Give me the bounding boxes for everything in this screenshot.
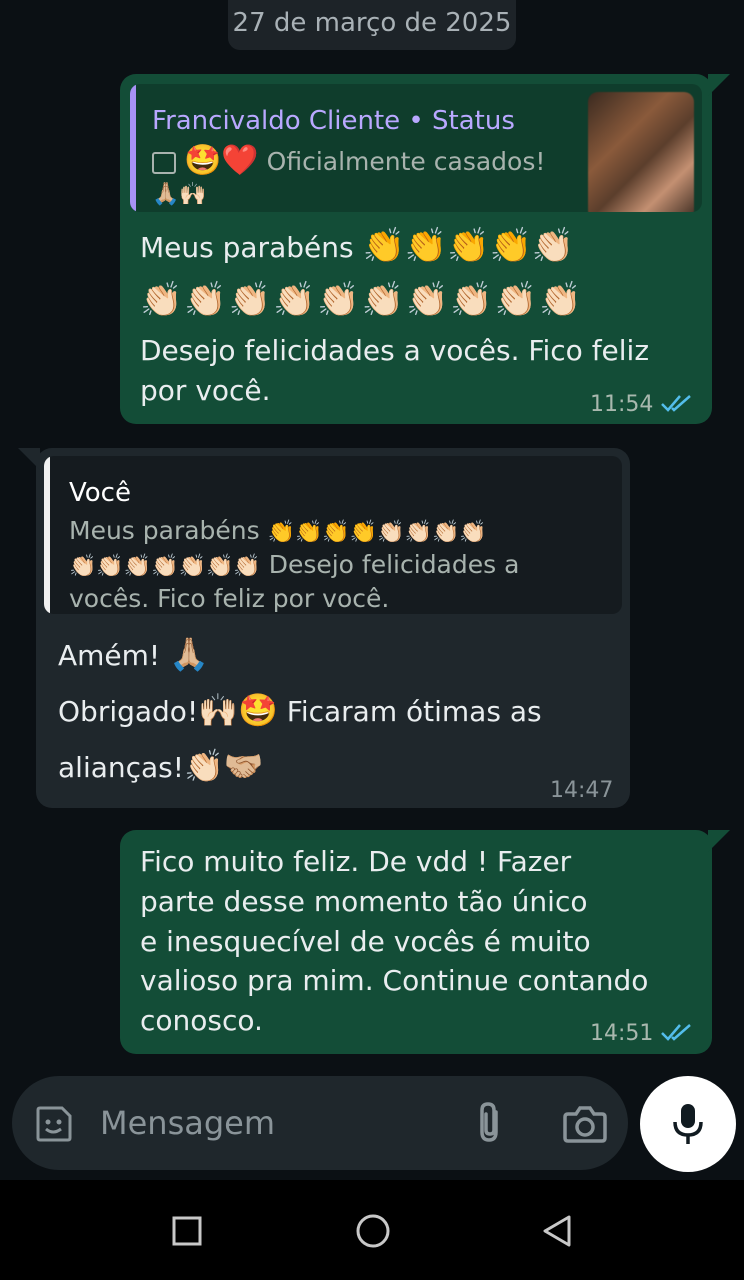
paperclip-icon[interactable] bbox=[472, 1100, 508, 1146]
message-line: e inesquecível de vocês é muito bbox=[140, 925, 591, 958]
message-line: Amém! 🙏🏼 bbox=[58, 634, 209, 676]
message-bubble-incoming-1[interactable]: Você Meus parabéns 👏👏👏👏👏🏻👏🏻👏🏻👏🏻 👏🏻👏🏻👏🏻👏🏻… bbox=[18, 448, 630, 808]
message-input-bar[interactable]: Mensagem bbox=[12, 1076, 628, 1170]
message-line-text: alianças! bbox=[58, 751, 184, 784]
quote-line: vocês. Fico feliz por você. bbox=[69, 584, 390, 613]
message-time: 14:51 bbox=[590, 1021, 654, 1046]
quote-text: 🤩❤️ Oficialmente casados! bbox=[152, 144, 545, 179]
image-icon bbox=[152, 152, 176, 174]
message-line: Desejo felicidades a vocês. Fico feliz bbox=[140, 334, 650, 367]
system-navigation-bar bbox=[0, 1180, 744, 1280]
quote-emoji: 🤩❤️ bbox=[184, 143, 259, 178]
message-line-text: Ficaram ótimas as bbox=[286, 695, 542, 728]
message-line: por você. bbox=[140, 374, 271, 407]
message-line-text: Amém! bbox=[58, 639, 161, 672]
message-line: Obrigado!🙌🏻🤩 Ficaram ótimas as bbox=[58, 690, 542, 732]
quote-line: Desejo felicidades a bbox=[268, 550, 520, 579]
circle-icon[interactable] bbox=[355, 1213, 391, 1249]
message-input[interactable]: Mensagem bbox=[100, 1104, 275, 1142]
pray-emoji: 🙏🏼 bbox=[169, 635, 209, 673]
double-check-icon bbox=[661, 1024, 691, 1041]
message-time: 14:47 bbox=[550, 778, 614, 803]
triangle-back-icon[interactable] bbox=[541, 1214, 573, 1248]
square-icon[interactable] bbox=[172, 1216, 202, 1246]
clap-emoji-row: 👏🏻👏🏻👏🏻👏🏻👏🏻👏🏻👏🏻👏🏻👏🏻👏🏻 bbox=[140, 280, 584, 320]
quote-emoji: 👏🏻👏🏻👏🏻👏🏻👏🏻👏🏻👏🏻 bbox=[69, 554, 261, 579]
quote-emoji: 👏👏👏👏👏🏻👏🏻👏🏻👏🏻 bbox=[267, 520, 487, 545]
quote-author: Você bbox=[69, 478, 131, 508]
status-thumbnail[interactable] bbox=[588, 92, 694, 212]
celebration-emojis: 🙌🏻🤩 bbox=[198, 691, 278, 729]
message-line: conosco. bbox=[140, 1004, 263, 1037]
quote-accent-bar bbox=[44, 456, 50, 614]
message-line: Fico muito feliz. De vdd ! Fazer bbox=[140, 845, 572, 878]
clap-emojis: 👏👏👏👏👏🏻 bbox=[362, 226, 575, 266]
message-bubble-outgoing-1[interactable]: Francivaldo Cliente • Status 🤩❤️ Oficial… bbox=[120, 74, 730, 424]
message-line: Meus parabéns bbox=[140, 231, 354, 264]
date-separator: 27 de março de 2025 bbox=[228, 0, 516, 50]
message-line-text: Obrigado! bbox=[58, 695, 199, 728]
quote-accent-bar bbox=[130, 84, 136, 212]
camera-icon[interactable] bbox=[562, 1102, 608, 1146]
quoted-status[interactable]: Francivaldo Cliente • Status 🤩❤️ Oficial… bbox=[130, 84, 702, 212]
quote-emoji-line: 🙏🏼🙌🏻 bbox=[152, 182, 207, 207]
sticker-icon[interactable] bbox=[32, 1102, 76, 1146]
double-check-icon bbox=[661, 395, 691, 412]
bubble-tail bbox=[708, 74, 730, 96]
message-bubble-outgoing-2[interactable]: Fico muito feliz. De vdd ! Fazer parte d… bbox=[120, 830, 730, 1054]
quote-text: 👏🏻👏🏻👏🏻👏🏻👏🏻👏🏻👏🏻 Desejo felicidades a bbox=[69, 548, 519, 584]
quote-line: Oficialmente casados! bbox=[266, 147, 546, 176]
bubble-tail bbox=[708, 830, 730, 852]
quote-text: Meus parabéns 👏👏👏👏👏🏻👏🏻👏🏻👏🏻 bbox=[69, 514, 487, 550]
quoted-message[interactable]: Você Meus parabéns 👏👏👏👏👏🏻👏🏻👏🏻👏🏻 👏🏻👏🏻👏🏻👏🏻… bbox=[44, 456, 622, 614]
message-line: alianças!👏🏻🤝🏼 bbox=[58, 746, 264, 788]
clap-handshake-emojis: 👏🏻🤝🏼 bbox=[184, 747, 264, 785]
quote-line: Meus parabéns bbox=[69, 516, 260, 545]
message-text: Meus parabéns 👏👏👏👏👏🏻 bbox=[140, 226, 574, 268]
message-line: valioso pra mim. Continue contando bbox=[140, 964, 649, 997]
voice-message-button[interactable] bbox=[640, 1076, 736, 1172]
bubble-tail bbox=[18, 448, 40, 470]
message-line: parte desse momento tão único bbox=[140, 885, 588, 918]
quote-author: Francivaldo Cliente • Status bbox=[152, 106, 515, 136]
message-time: 11:54 bbox=[590, 392, 654, 417]
microphone-icon bbox=[673, 1104, 703, 1144]
